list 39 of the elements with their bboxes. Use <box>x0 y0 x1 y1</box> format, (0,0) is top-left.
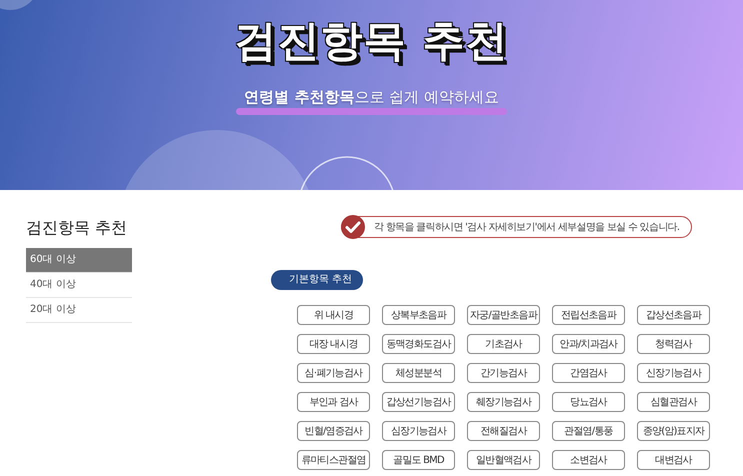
exam-button[interactable]: 신장기능검사 <box>637 363 710 383</box>
sidebar-item[interactable]: 60대 이상 <box>26 248 132 273</box>
exam-button[interactable]: 골밀도 BMD <box>382 450 455 470</box>
exam-button[interactable]: 간염검사 <box>552 363 625 383</box>
check-icon <box>340 214 366 240</box>
exam-button[interactable]: 대장 내시경 <box>297 334 370 354</box>
exam-button[interactable]: 자궁/골반초음파 <box>467 305 540 325</box>
exam-button[interactable]: 위 내시경 <box>297 305 370 325</box>
section-tag: 기본항목 추천 <box>271 270 363 290</box>
exam-button[interactable]: 전해질검사 <box>467 421 540 441</box>
hero-subtitle: 연령별 추천항목으로 쉽게 예약하세요 <box>243 88 500 107</box>
exam-button[interactable]: 동맥경화도검사 <box>382 334 455 354</box>
exam-button[interactable]: 심·폐기능검사 <box>297 363 370 383</box>
exam-button[interactable]: 부인과 검사 <box>297 392 370 412</box>
exam-button[interactable]: 기초검사 <box>467 334 540 354</box>
exam-button[interactable]: 종양(암)표지자 <box>637 421 710 441</box>
exam-button[interactable]: 갑상선기능검사 <box>382 392 455 412</box>
exam-button[interactable]: 갑상선초음파 <box>637 305 710 325</box>
exam-button[interactable]: 당뇨검사 <box>552 392 625 412</box>
exam-button[interactable]: 청력검사 <box>637 334 710 354</box>
exam-button[interactable]: 췌장기능검사 <box>467 392 540 412</box>
exam-button[interactable]: 심혈관검사 <box>637 392 710 412</box>
exam-button[interactable]: 대변검사 <box>637 450 710 470</box>
exam-button[interactable]: 간기능검사 <box>467 363 540 383</box>
sidebar-title: 검진항목 추천 <box>26 218 128 239</box>
exam-button[interactable]: 빈혈/염증검사 <box>297 421 370 441</box>
exam-button[interactable]: 체성분분석 <box>382 363 455 383</box>
exam-button[interactable]: 전립선초음파 <box>552 305 625 325</box>
sidebar-item[interactable]: 40대 이상 <box>26 273 132 298</box>
notice-text: 각 항목을 클릭하시면 '검사 자세히보기'에서 세부설명을 보실 수 있습니다. <box>374 221 680 234</box>
exam-button[interactable]: 류마티스관절염 <box>297 450 370 470</box>
hero-title: 검진항목 추천 <box>234 15 508 67</box>
exam-button[interactable]: 일반혈액검사 <box>467 450 540 470</box>
sidebar-item[interactable]: 20대 이상 <box>26 298 132 323</box>
exam-button[interactable]: 안과/치과검사 <box>552 334 625 354</box>
exam-button[interactable]: 심장기능검사 <box>382 421 455 441</box>
exam-button[interactable]: 소변검사 <box>552 450 625 470</box>
exam-button[interactable]: 관절염/통풍 <box>552 421 625 441</box>
exam-button[interactable]: 상복부초음파 <box>382 305 455 325</box>
